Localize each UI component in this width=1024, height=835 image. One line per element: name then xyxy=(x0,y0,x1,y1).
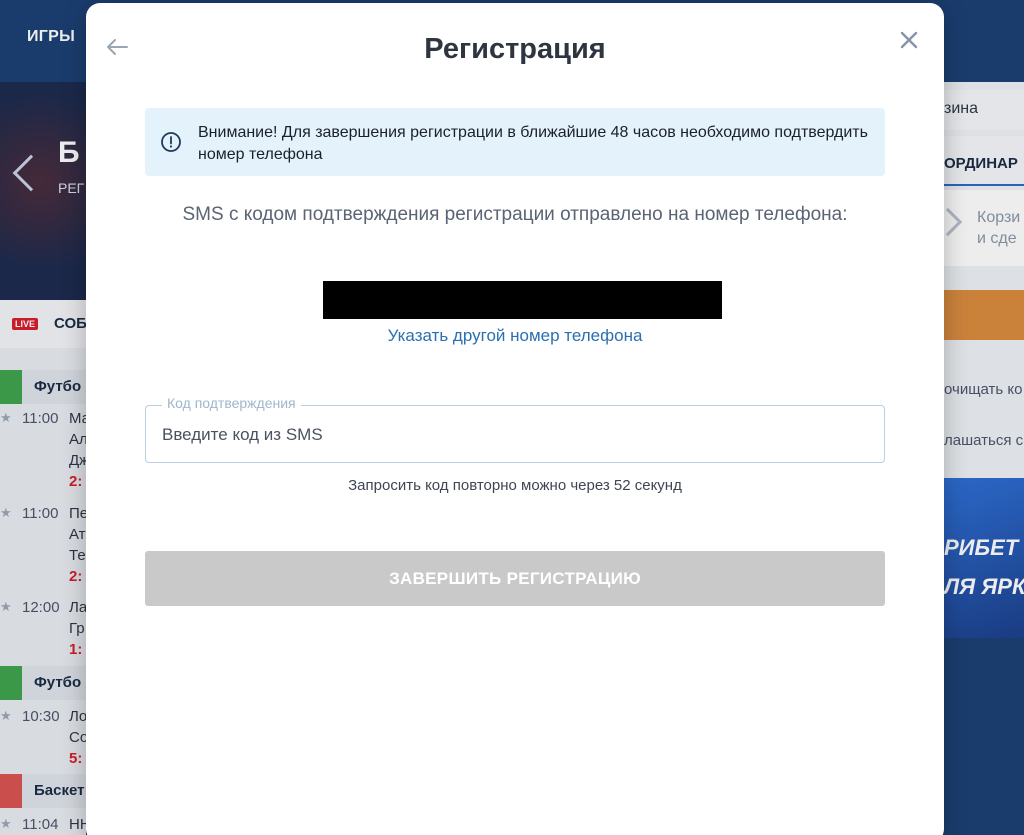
change-phone-link[interactable]: Указать другой номер телефона xyxy=(145,326,885,346)
notice-text: Внимание! Для завершения регистрации в б… xyxy=(198,124,868,163)
modal-title: Регистрация xyxy=(424,33,606,65)
complete-registration-button[interactable]: ЗАВЕРШИТЬ РЕГИСТРАЦИЮ xyxy=(145,551,885,606)
info-circle-icon xyxy=(160,131,182,153)
phone-number-redacted xyxy=(323,281,722,319)
sms-sent-text: SMS с кодом подтверждения регистрации от… xyxy=(182,204,848,225)
close-icon[interactable] xyxy=(898,29,920,51)
code-field-label: Код подтверждения xyxy=(162,395,301,411)
code-input[interactable] xyxy=(146,416,884,454)
resend-timer-text: Запросить код повторно можно через 52 се… xyxy=(348,477,682,494)
